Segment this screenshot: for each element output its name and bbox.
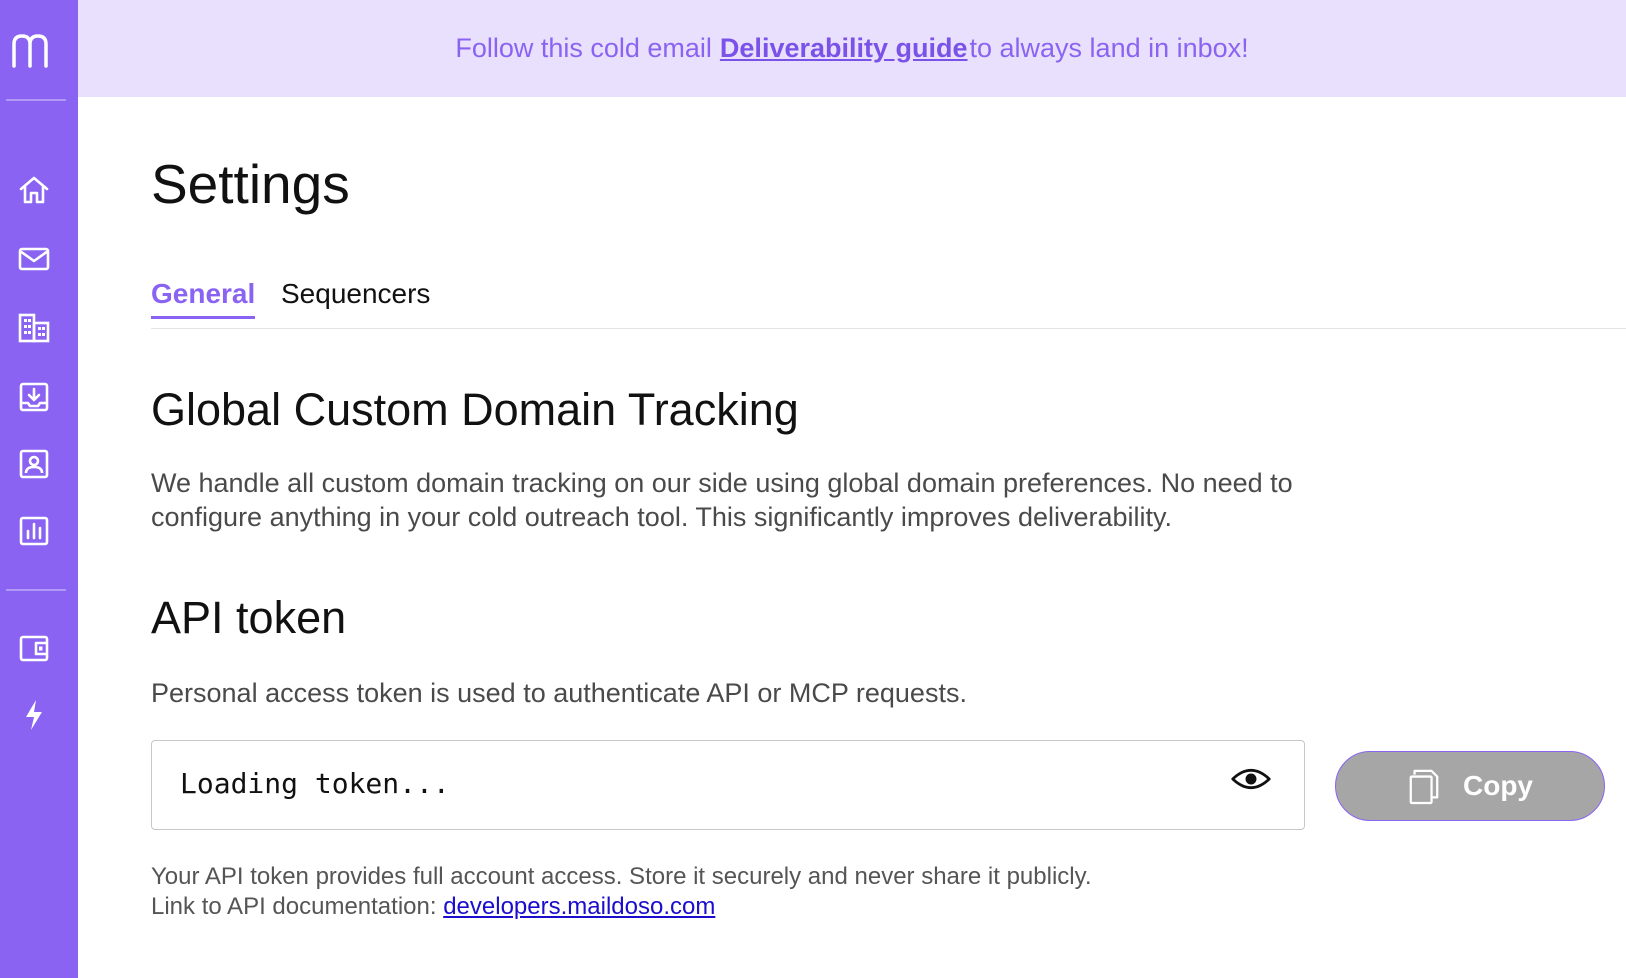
building-icon bbox=[18, 313, 50, 343]
api-token-field[interactable]: Loading token... bbox=[151, 740, 1305, 830]
announcement-banner: Follow this cold email Deliverability gu… bbox=[78, 0, 1626, 97]
api-docs-link[interactable]: developers.maildoso.com bbox=[443, 893, 715, 920]
inbox-download-icon bbox=[19, 382, 49, 412]
sidebar-item-analytics[interactable] bbox=[14, 511, 54, 551]
sidebar-item-contacts[interactable] bbox=[14, 444, 54, 484]
maildoso-logo-icon[interactable] bbox=[9, 24, 59, 74]
copy-icon bbox=[1409, 769, 1439, 805]
banner-text-after: to always land in inbox! bbox=[969, 33, 1249, 63]
banner-text-before: Follow this cold email bbox=[455, 33, 712, 63]
sidebar-divider bbox=[6, 589, 66, 591]
api-docs-prefix: Link to API documentation: bbox=[151, 893, 437, 920]
home-icon bbox=[19, 176, 49, 204]
sidebar bbox=[0, 0, 78, 978]
mail-icon bbox=[18, 247, 50, 271]
api-docs-line: Link to API documentation: developers.ma… bbox=[151, 892, 1092, 922]
toggle-token-visibility-button[interactable] bbox=[1228, 759, 1274, 799]
lightning-icon bbox=[26, 700, 42, 730]
tracking-heading: Global Custom Domain Tracking bbox=[151, 384, 799, 435]
sidebar-divider bbox=[6, 99, 66, 101]
sidebar-item-home[interactable] bbox=[14, 170, 54, 210]
sidebar-item-companies[interactable] bbox=[14, 308, 54, 348]
tab-general[interactable]: General bbox=[151, 278, 256, 319]
sidebar-item-inbox[interactable] bbox=[14, 377, 54, 417]
copy-token-button[interactable]: Copy bbox=[1335, 751, 1605, 821]
eye-icon bbox=[1231, 768, 1271, 790]
settings-tabs: General Sequencers bbox=[151, 272, 1626, 329]
page-title: Settings bbox=[151, 153, 350, 215]
api-token-footnote: Your API token provides full account acc… bbox=[151, 862, 1092, 922]
tracking-description: We handle all custom domain tracking on … bbox=[151, 468, 1293, 532]
deliverability-guide-link[interactable]: Deliverability guide bbox=[720, 33, 968, 64]
api-token-value: Loading token... bbox=[180, 767, 450, 800]
wallet-icon bbox=[19, 635, 49, 662]
sidebar-item-wallet[interactable] bbox=[14, 628, 54, 668]
copy-button-label: Copy bbox=[1463, 770, 1533, 801]
sidebar-item-boost[interactable] bbox=[14, 695, 54, 735]
api-token-description: Personal access token is used to authent… bbox=[151, 678, 967, 708]
api-token-heading: API token bbox=[151, 592, 347, 643]
analytics-chart-icon bbox=[19, 516, 49, 546]
sidebar-item-mail[interactable] bbox=[14, 239, 54, 279]
tab-sequencers[interactable]: Sequencers bbox=[281, 278, 430, 316]
api-token-warning: Your API token provides full account acc… bbox=[151, 863, 1092, 890]
contact-icon bbox=[19, 449, 49, 479]
